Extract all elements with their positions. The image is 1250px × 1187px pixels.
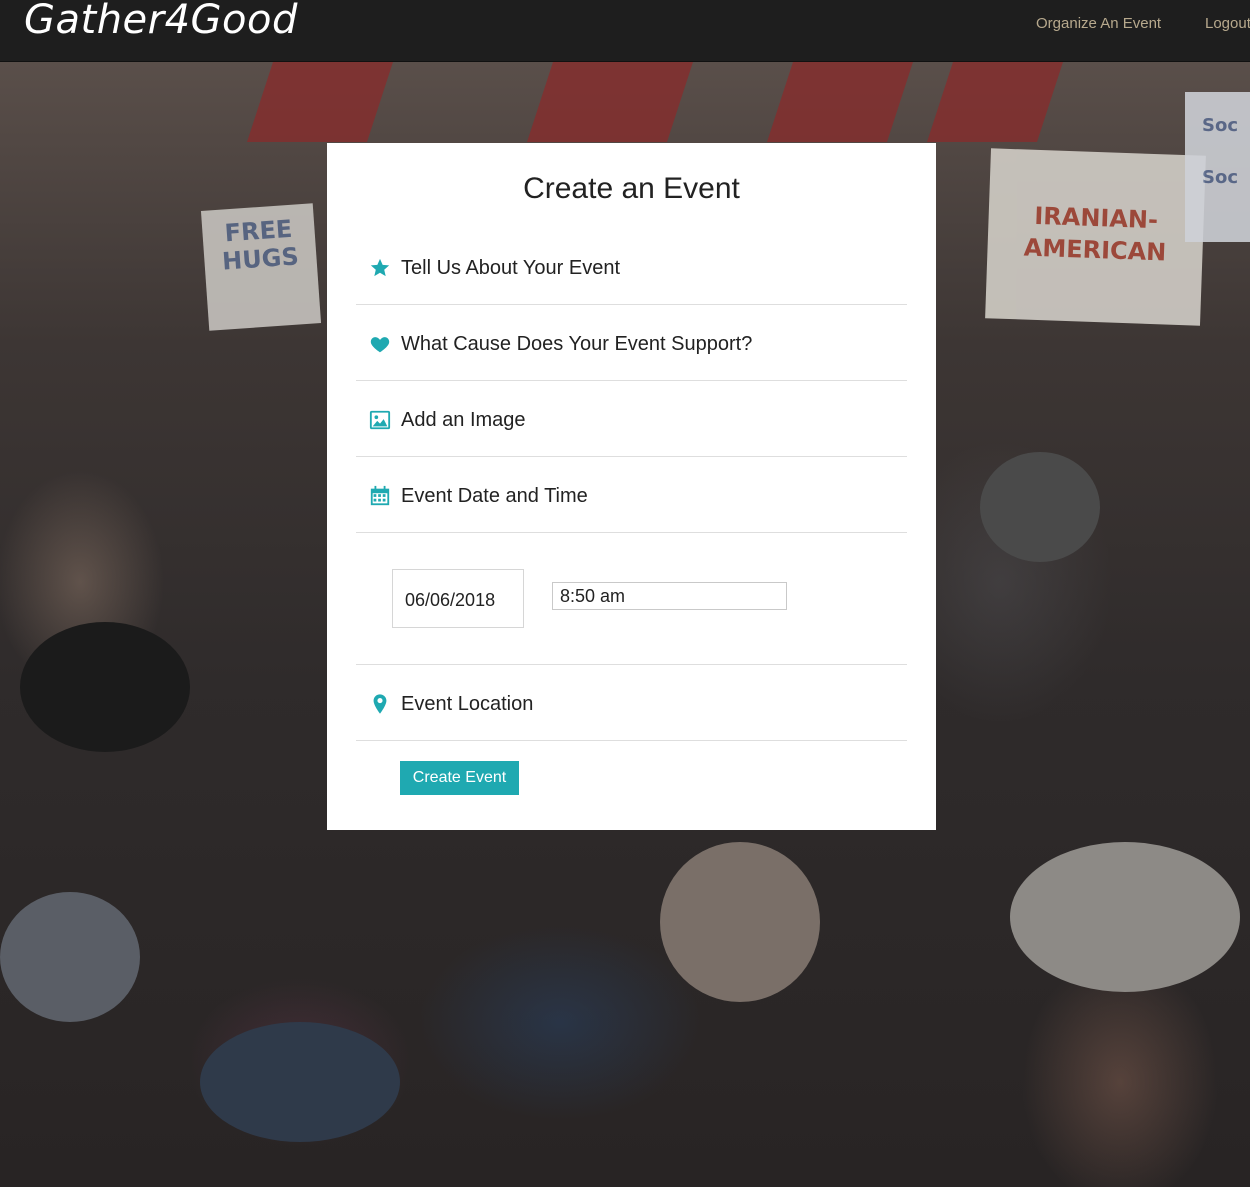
date-picker-field[interactable]: 06/06/2018 bbox=[392, 569, 524, 628]
awning bbox=[767, 62, 913, 142]
brand-logo[interactable]: Gather4Good bbox=[24, 0, 298, 44]
protest-sign-soc: Soc Soc bbox=[1185, 92, 1250, 242]
crowd-figure bbox=[200, 1022, 400, 1142]
awning bbox=[527, 62, 693, 142]
section-event-details[interactable]: Tell Us About Your Event bbox=[356, 229, 907, 305]
map-marker-icon bbox=[369, 693, 391, 715]
crowd-figure bbox=[20, 622, 190, 752]
crowd-figure bbox=[0, 892, 140, 1022]
date-value: 06/06/2018 bbox=[405, 590, 496, 610]
section-label: What Cause Does Your Event Support? bbox=[401, 333, 753, 355]
awning bbox=[927, 62, 1063, 142]
top-navbar: Gather4Good Organize An Event Logout bbox=[0, 0, 1250, 62]
section-label: Event Date and Time bbox=[401, 485, 588, 507]
page-title: Create an Event bbox=[523, 172, 740, 205]
create-event-button[interactable]: Create Event bbox=[400, 761, 519, 795]
protest-sign-iranian-american: IRANIAN-AMERICAN bbox=[985, 148, 1206, 326]
organize-event-link[interactable]: Organize An Event bbox=[1036, 15, 1161, 33]
section-event-location[interactable]: Event Location bbox=[356, 665, 907, 741]
star-icon bbox=[369, 257, 391, 279]
section-label: Add an Image bbox=[401, 409, 526, 431]
awning bbox=[247, 62, 393, 142]
logout-link[interactable]: Logout bbox=[1205, 15, 1250, 33]
section-event-cause[interactable]: What Cause Does Your Event Support? bbox=[356, 305, 907, 381]
time-input[interactable] bbox=[552, 582, 787, 610]
create-event-card: Create an Event Tell Us About Your Event… bbox=[327, 143, 936, 830]
date-time-fields: 06/06/2018 bbox=[356, 533, 907, 665]
protest-sign-free-hugs: FREE HUGS bbox=[200, 203, 322, 331]
section-add-image[interactable]: Add an Image bbox=[356, 381, 907, 457]
section-date-time[interactable]: Event Date and Time bbox=[356, 457, 907, 533]
section-label: Event Location bbox=[401, 693, 534, 715]
crowd-figure bbox=[980, 452, 1100, 562]
image-icon bbox=[369, 409, 391, 431]
heart-icon bbox=[369, 333, 391, 355]
crowd-figure bbox=[1010, 842, 1240, 992]
crowd-figure bbox=[660, 842, 820, 1002]
section-label: Tell Us About Your Event bbox=[401, 257, 621, 279]
calendar-icon bbox=[369, 485, 391, 507]
